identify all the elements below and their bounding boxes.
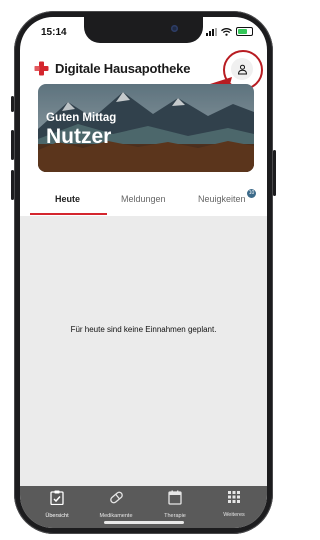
- grid-icon: [228, 491, 240, 503]
- nav-therapie[interactable]: Therapie: [150, 490, 200, 519]
- nav-medikamente[interactable]: Medikamente: [91, 490, 141, 519]
- home-indicator[interactable]: [104, 521, 184, 524]
- greeting-text: Guten Mittag: [46, 112, 117, 124]
- wifi-icon: [221, 27, 232, 36]
- clipboard-check-icon: [50, 490, 64, 506]
- tab-bar: Heute Meldungen Neuigkeiten: [20, 192, 267, 216]
- active-tab-indicator: [30, 213, 107, 215]
- nav-uebersicht-label: Übersicht: [45, 513, 69, 519]
- today-content: Für heute sind keine Einnahmen geplant.: [20, 216, 267, 486]
- front-camera: [171, 25, 178, 32]
- notification-badge: 10: [247, 189, 256, 198]
- nav-uebersicht[interactable]: Übersicht: [32, 490, 82, 519]
- pharmacy-cross-icon: [34, 61, 49, 76]
- battery-icon: [236, 27, 253, 36]
- app-name: Digitale Hausapotheke: [55, 61, 191, 76]
- status-time: 15:14: [41, 27, 67, 38]
- app-logo: Digitale Hausapotheke: [33, 61, 190, 76]
- empty-state-message: Für heute sind keine Einnahmen geplant.: [70, 325, 217, 334]
- pill-icon: [109, 491, 123, 504]
- app-screen: 15:14 Digitale Hausapotheke Guten Mittag…: [20, 17, 267, 528]
- hero-banner: Guten Mittag Nutzer: [38, 84, 254, 172]
- user-name: Nutzer: [46, 125, 112, 148]
- tab-meldungen[interactable]: Meldungen: [121, 194, 166, 204]
- nav-weiteres[interactable]: Weiteres: [209, 490, 259, 518]
- nav-weiteres-label: Weiteres: [223, 512, 245, 518]
- nav-therapie-label: Therapie: [164, 513, 186, 519]
- power-button: [273, 150, 276, 196]
- notch: [84, 17, 203, 43]
- calendar-icon: [168, 490, 182, 505]
- tab-heute[interactable]: Heute: [55, 194, 80, 204]
- nav-medikamente-label: Medikamente: [99, 513, 133, 519]
- tab-neuigkeiten[interactable]: Neuigkeiten: [198, 194, 246, 204]
- status-icons: [206, 27, 253, 36]
- signal-icon: [206, 27, 217, 36]
